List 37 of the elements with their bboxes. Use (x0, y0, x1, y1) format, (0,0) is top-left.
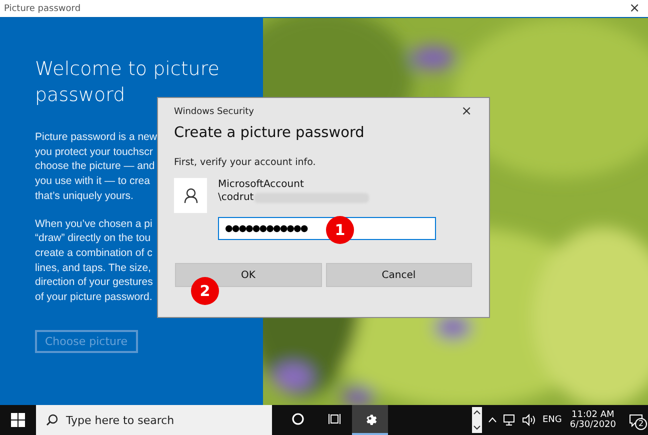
windows-logo-icon[interactable] (11, 413, 25, 427)
window-title: Picture password (4, 4, 81, 14)
volume-icon[interactable] (522, 414, 536, 426)
cancel-button[interactable]: Cancel (326, 263, 472, 287)
paragraph-line: of your picture password. (35, 290, 152, 305)
network-icon[interactable] (503, 414, 518, 426)
account-name: \codrut (218, 191, 254, 204)
paragraph-line: choose the picture — and (35, 159, 155, 174)
close-button[interactable]: × (629, 1, 640, 16)
chevron-up-icon[interactable] (488, 417, 498, 423)
dialog-heading: Create a picture password (174, 125, 366, 141)
notification-count: 2 (635, 418, 647, 430)
search-icon (46, 414, 58, 426)
task-view-icon (328, 413, 340, 425)
clock-date[interactable]: 6/30/2020 (570, 420, 616, 430)
paragraph-line: you use with it — to crea (35, 174, 150, 189)
clock-time[interactable]: 11:02 AM (572, 410, 614, 420)
paragraph-line: you protect your touchscr (35, 144, 153, 160)
user-avatar-icon (174, 178, 207, 213)
paragraph-line: lines, and taps. The size, (35, 260, 151, 276)
taskbar-app-button[interactable] (352, 405, 388, 435)
language-indicator[interactable]: ENG (542, 415, 562, 425)
notifications-icon[interactable] (629, 414, 643, 426)
paragraph-line: When you’ve chosen a pi (35, 216, 152, 232)
panel-heading: Welcome to picture password (35, 57, 220, 107)
paragraph-line: Picture password is a new (35, 130, 157, 145)
account-name: MicrosoftAccount (218, 178, 304, 191)
scroll-arrows-icon[interactable] (472, 407, 482, 433)
taskbar-search-field[interactable]: Type here to search (36, 405, 272, 435)
dialog-prompt: First, verify your account info. (174, 157, 317, 168)
dialog-close-button[interactable]: × (461, 104, 472, 119)
paragraph-line: direction of your gestures (35, 275, 153, 290)
dialog-title: Windows Security (174, 106, 254, 116)
cortana-icon (292, 413, 304, 425)
paragraph-line: that’s uniquely yours. (35, 188, 134, 204)
paragraph-line: create a combination of c (35, 246, 152, 261)
paragraph-line: “draw” directly on the tou (35, 231, 151, 246)
